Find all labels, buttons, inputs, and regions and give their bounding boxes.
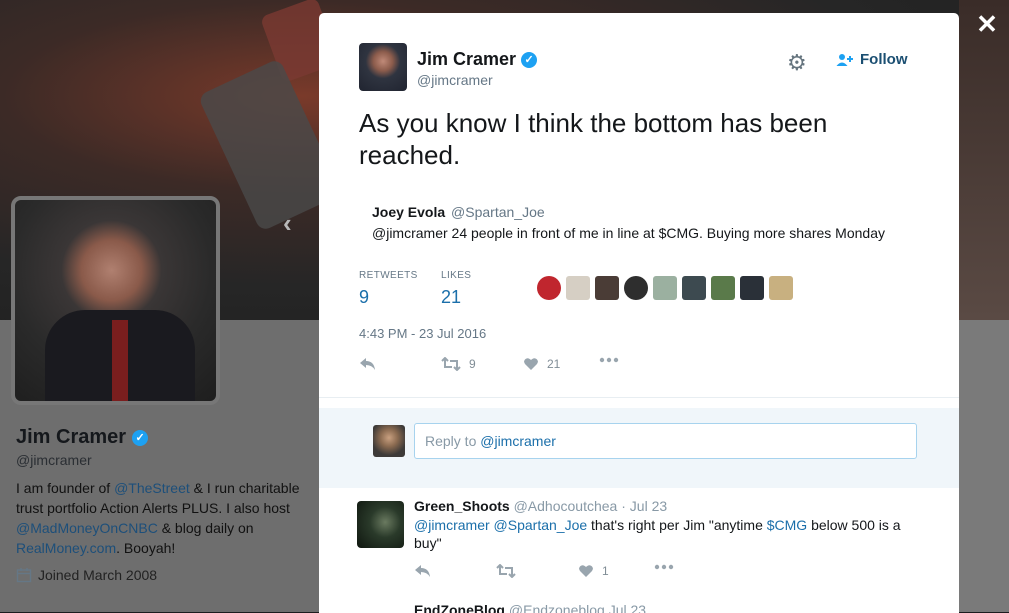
profile-avatar[interactable] — [11, 196, 220, 405]
more-button[interactable] — [599, 357, 619, 363]
more-button[interactable] — [654, 564, 674, 570]
bio-text: . Booyah! — [116, 540, 176, 556]
more-icon — [654, 564, 674, 570]
reply-mention: @jimcramer — [480, 433, 556, 449]
tweet-text: As you know I think the bottom has been … — [359, 108, 828, 170]
reply-compose: Reply to @jimcramer — [319, 408, 959, 488]
gear-icon[interactable]: ⚙ — [787, 50, 807, 76]
reply-header: Green_Shoots @Adhocoutchea · Jul 23 — [414, 498, 667, 514]
liker-avatar[interactable] — [740, 276, 764, 300]
author-name-text[interactable]: Jim Cramer — [417, 49, 516, 70]
verified-icon: ✓ — [521, 51, 538, 68]
retweet-icon — [441, 357, 461, 371]
heart-icon — [524, 358, 538, 370]
profile-lower-edge — [959, 320, 1009, 612]
reply-icon — [415, 565, 430, 577]
reply-text-part: that's right per Jim "anytime — [587, 517, 767, 533]
bio-link-thestreet[interactable]: @TheStreet — [114, 480, 190, 496]
quote-author-name[interactable]: Joey Evola — [372, 204, 445, 220]
author-handle[interactable]: @jimcramer — [417, 72, 493, 88]
retweet-button[interactable]: 9 — [441, 357, 476, 371]
bio-link-realmoney[interactable]: RealMoney.com — [16, 540, 116, 556]
follow-label[interactable]: Follow — [860, 51, 908, 68]
like-button[interactable]: 21 — [523, 357, 560, 371]
current-user-avatar — [373, 425, 405, 457]
author-name[interactable]: Jim Cramer ✓ — [417, 49, 538, 70]
reply-prefix: Reply to — [425, 433, 481, 449]
bio-link-madmoney[interactable]: @MadMoneyOnCNBC — [16, 520, 158, 536]
reply-author-handle[interactable]: @Adhocoutchea — [514, 498, 618, 514]
liker-avatar[interactable] — [624, 276, 648, 300]
like-count: 21 — [547, 357, 561, 371]
likes-label: LIKES — [441, 270, 472, 281]
add-user-icon — [836, 53, 853, 66]
reply-icon — [360, 358, 375, 370]
profile-joined: Joined March 2008 — [16, 567, 157, 583]
reply-author-avatar[interactable] — [357, 501, 404, 548]
liker-avatar[interactable] — [566, 276, 590, 300]
likers-avatars — [537, 276, 793, 300]
retweets-stat[interactable]: RETWEETS 9 — [359, 270, 418, 308]
profile-bio: I am founder of @TheStreet & I run chari… — [16, 478, 316, 558]
retweets-label: RETWEETS — [359, 270, 418, 281]
tweet-permalink-modal: Jim Cramer ✓ @jimcramer ⚙ Follow As you … — [319, 13, 959, 613]
author-avatar[interactable] — [359, 43, 407, 91]
chevron-left-icon[interactable]: ‹ — [283, 208, 292, 239]
liker-avatar[interactable] — [537, 276, 561, 300]
avatar-tie — [112, 320, 128, 401]
reply-author-handle[interactable]: @Endzoneblog — [509, 602, 605, 613]
close-icon[interactable]: ✕ — [975, 11, 999, 37]
liker-avatar[interactable] — [595, 276, 619, 300]
quote-text: @jimcramer 24 people in front of me in l… — [372, 225, 885, 241]
liker-avatar[interactable] — [711, 276, 735, 300]
profile-name: Jim Cramer ✓ — [16, 426, 149, 449]
divider — [319, 397, 959, 398]
more-icon — [599, 357, 619, 363]
liker-avatar[interactable] — [682, 276, 706, 300]
next-reply-header: EndZoneBlog @Endzoneblog Jul 23 — [414, 602, 646, 613]
bio-text: I am founder of — [16, 480, 115, 496]
cashtag-link[interactable]: $CMG — [767, 517, 807, 533]
reply-author-name[interactable]: Green_Shoots — [414, 498, 510, 514]
reply-text: @jimcramer @Spartan_Joe that's right per… — [414, 516, 914, 552]
reply-button[interactable] — [414, 564, 432, 578]
joined-text: Joined March 2008 — [38, 567, 158, 583]
retweets-count[interactable]: 9 — [359, 287, 418, 308]
retweet-button[interactable] — [496, 564, 516, 578]
profile-handle: @jimcramer — [16, 452, 92, 468]
retweet-count: 9 — [469, 357, 476, 371]
banner-edge — [959, 0, 1009, 320]
quote-header: Joey Evola @Spartan_Joe — [372, 204, 545, 220]
reply-date[interactable]: Jul 23 — [609, 602, 646, 613]
reply-actions: 1 — [414, 564, 714, 582]
reply-date[interactable]: Jul 23 — [630, 498, 667, 514]
heart-icon — [579, 565, 593, 577]
like-button[interactable]: 1 — [578, 564, 609, 578]
tweet-timestamp[interactable]: 4:43 PM - 23 Jul 2016 — [359, 326, 486, 341]
mention-link[interactable]: @Spartan_Joe — [494, 517, 588, 533]
tweet-actions: 9 21 — [359, 357, 659, 377]
profile-name-text: Jim Cramer — [16, 426, 127, 448]
verified-icon: ✓ — [132, 429, 149, 446]
likes-count[interactable]: 21 — [441, 287, 471, 308]
liker-avatar[interactable] — [769, 276, 793, 300]
liker-avatar[interactable] — [653, 276, 677, 300]
quote-author-handle[interactable]: @Spartan_Joe — [451, 204, 545, 220]
likes-stat[interactable]: LIKES 21 — [441, 270, 471, 308]
like-count: 1 — [602, 564, 609, 578]
reply-input[interactable]: Reply to @jimcramer — [414, 423, 917, 459]
calendar-icon — [16, 568, 32, 583]
separator-dot: · — [621, 498, 626, 514]
follow-button[interactable]: Follow — [836, 51, 908, 68]
reply-author-name[interactable]: EndZoneBlog — [414, 602, 505, 613]
reply-button[interactable] — [359, 357, 377, 371]
mention-link[interactable]: @jimcramer — [414, 517, 490, 533]
retweet-icon — [496, 564, 516, 578]
bio-text: & blog daily on — [157, 520, 254, 536]
